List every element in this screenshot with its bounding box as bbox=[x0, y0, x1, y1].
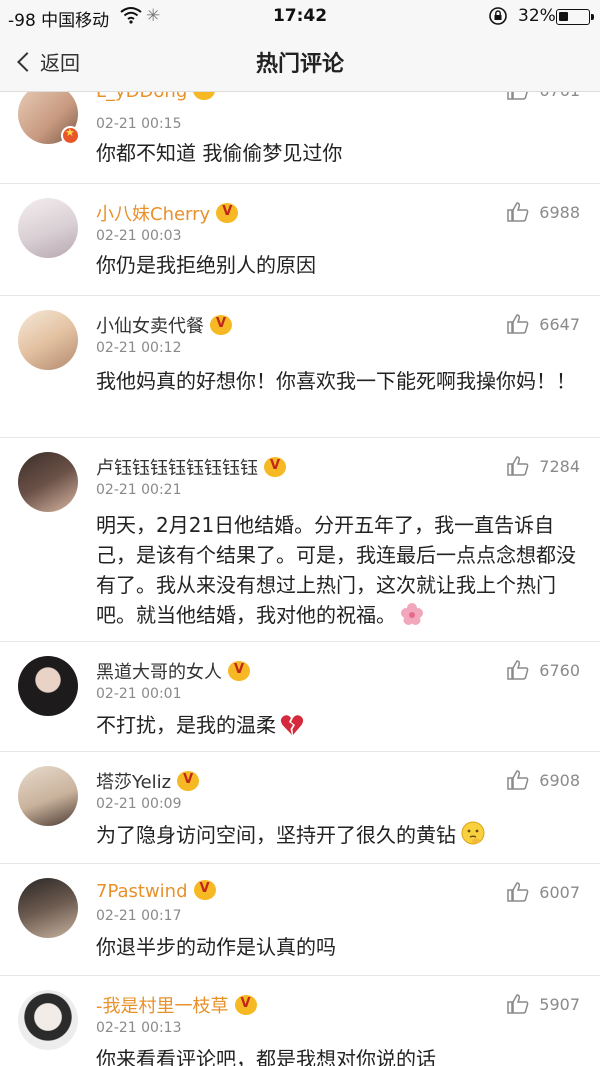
username[interactable]: -我是村里一枝草 bbox=[96, 992, 257, 1018]
like-count: 6761 bbox=[539, 92, 580, 100]
thumbs-up-icon bbox=[507, 202, 529, 222]
like-count: 6988 bbox=[539, 202, 580, 222]
vip-crown-icon bbox=[177, 771, 200, 791]
username[interactable]: L_yDDong bbox=[96, 92, 216, 102]
username[interactable]: 小仙女卖代餐 bbox=[96, 312, 232, 338]
comment-time: 02-21 00:01 bbox=[96, 686, 182, 702]
battery-percent: 32% bbox=[518, 6, 556, 26]
battery-tip bbox=[591, 14, 594, 20]
vip-crown-icon bbox=[228, 661, 250, 681]
vip-crown-icon bbox=[210, 315, 232, 335]
vip-crown-icon bbox=[264, 457, 286, 477]
like-button[interactable]: 6908 bbox=[507, 770, 580, 790]
user-avatar[interactable] bbox=[18, 878, 78, 938]
thumbs-up-icon bbox=[507, 770, 529, 790]
user-avatar[interactable] bbox=[18, 198, 78, 258]
like-button[interactable]: 6007 bbox=[507, 882, 580, 902]
vip-crown-icon bbox=[234, 995, 257, 1015]
vip-crown-icon bbox=[216, 203, 239, 223]
thumbs-up-icon bbox=[507, 882, 529, 902]
comment-text: 为了隐身访问空间，坚持开了很久的黄钻 bbox=[96, 820, 586, 854]
comment-item[interactable]: 7Pastwind 02-21 00:17 6007 你退半步的动作是认真的吗 bbox=[0, 864, 600, 976]
user-avatar[interactable] bbox=[18, 656, 78, 716]
like-count: 7284 bbox=[539, 456, 580, 476]
thinking-emoji-icon bbox=[460, 820, 486, 854]
broken-heart-emoji-icon bbox=[280, 714, 304, 744]
comment-item[interactable]: L_yDDong 02-21 00:15 6761 你都不知道 我偷偷梦见过你 bbox=[0, 92, 600, 184]
like-count: 6908 bbox=[539, 770, 580, 790]
username[interactable]: 卢钰钰钰钰钰钰钰钰 bbox=[96, 454, 286, 480]
thumbs-up-icon bbox=[507, 314, 529, 334]
username[interactable]: 7Pastwind bbox=[96, 880, 216, 902]
comment-item[interactable]: 小八妹Cherry 02-21 00:03 6988 你仍是我拒绝别人的原因 bbox=[0, 184, 600, 296]
comment-time: 02-21 00:03 bbox=[96, 228, 182, 244]
like-count: 5907 bbox=[539, 994, 580, 1014]
like-button[interactable]: 5907 bbox=[507, 994, 580, 1014]
username[interactable]: 塔莎Yeliz bbox=[96, 768, 200, 794]
vip-crown-icon bbox=[193, 880, 216, 900]
user-avatar[interactable] bbox=[18, 990, 78, 1050]
username[interactable]: 小八妹Cherry bbox=[96, 200, 239, 226]
like-button[interactable]: 6761 bbox=[507, 92, 580, 100]
comment-time: 02-21 00:09 bbox=[96, 796, 182, 812]
user-avatar[interactable] bbox=[18, 452, 78, 512]
navigation-bar: 返回 热门评论 bbox=[0, 34, 600, 92]
comment-time: 02-21 00:21 bbox=[96, 482, 182, 498]
like-button[interactable]: 6647 bbox=[507, 314, 580, 334]
thumbs-up-icon bbox=[507, 660, 529, 680]
username[interactable]: 黑道大哥的女人 bbox=[96, 658, 250, 684]
comment-time: 02-21 00:15 bbox=[96, 116, 182, 132]
like-count: 6007 bbox=[539, 882, 580, 902]
like-button[interactable]: 6760 bbox=[507, 660, 580, 680]
comment-text: 你都不知道 我偷偷梦见过你 bbox=[96, 141, 343, 165]
comment-item[interactable]: 卢钰钰钰钰钰钰钰钰 02-21 00:21 7284 明天，2月21日他结婚。分… bbox=[0, 438, 600, 642]
flower-emoji-icon bbox=[400, 602, 424, 634]
like-count: 6760 bbox=[539, 660, 580, 680]
verified-badge-icon bbox=[61, 126, 80, 145]
like-count: 6647 bbox=[539, 314, 580, 334]
comment-text: 不打扰，是我的温柔 bbox=[96, 710, 586, 744]
status-bar: -98 中国移动 ✳ 17:42 32% bbox=[0, 0, 600, 34]
page-title: 热门评论 bbox=[255, 52, 344, 77]
user-avatar[interactable] bbox=[18, 766, 78, 826]
comment-text: 我他妈真的好想你！你喜欢我一下能死啊我操你妈！！ bbox=[96, 369, 576, 393]
comment-item[interactable]: 塔莎Yeliz 02-21 00:09 6908 为了隐身访问空间，坚持开了很久… bbox=[0, 752, 600, 864]
comment-item[interactable]: -我是村里一枝草 02-21 00:13 5907 你来看看评论吧，都是我想对你… bbox=[0, 976, 600, 1066]
comment-text: 你仍是我拒绝别人的原因 bbox=[96, 253, 316, 277]
comment-list[interactable]: L_yDDong 02-21 00:15 6761 你都不知道 我偷偷梦见过你 … bbox=[0, 92, 600, 1066]
battery-fill bbox=[559, 12, 568, 21]
comment-text: 你来看看评论吧，都是我想对你说的话 bbox=[96, 1047, 436, 1066]
thumbs-up-icon bbox=[507, 92, 529, 100]
orientation-lock-icon bbox=[488, 6, 508, 31]
battery-icon bbox=[556, 9, 594, 25]
vip-crown-icon bbox=[193, 92, 216, 100]
thumbs-up-icon bbox=[507, 456, 529, 476]
thumbs-up-icon bbox=[507, 994, 529, 1014]
comment-item[interactable]: 黑道大哥的女人 02-21 00:01 6760 不打扰，是我的温柔 bbox=[0, 642, 600, 752]
like-button[interactable]: 6988 bbox=[507, 202, 580, 222]
comment-text: 明天，2月21日他结婚。分开五年了，我一直告诉自己，是该有个结果了。可是，我连最… bbox=[96, 510, 586, 634]
comment-time: 02-21 00:17 bbox=[96, 908, 182, 924]
status-time: 17:42 bbox=[272, 6, 328, 26]
comment-item[interactable]: 小仙女卖代餐 02-21 00:12 6647 我他妈真的好想你！你喜欢我一下能… bbox=[0, 296, 600, 438]
comment-time: 02-21 00:13 bbox=[96, 1020, 182, 1036]
comment-time: 02-21 00:12 bbox=[96, 340, 182, 356]
comment-text: 你退半步的动作是认真的吗 bbox=[96, 935, 336, 959]
like-button[interactable]: 7284 bbox=[507, 456, 580, 476]
user-avatar[interactable] bbox=[18, 310, 78, 370]
